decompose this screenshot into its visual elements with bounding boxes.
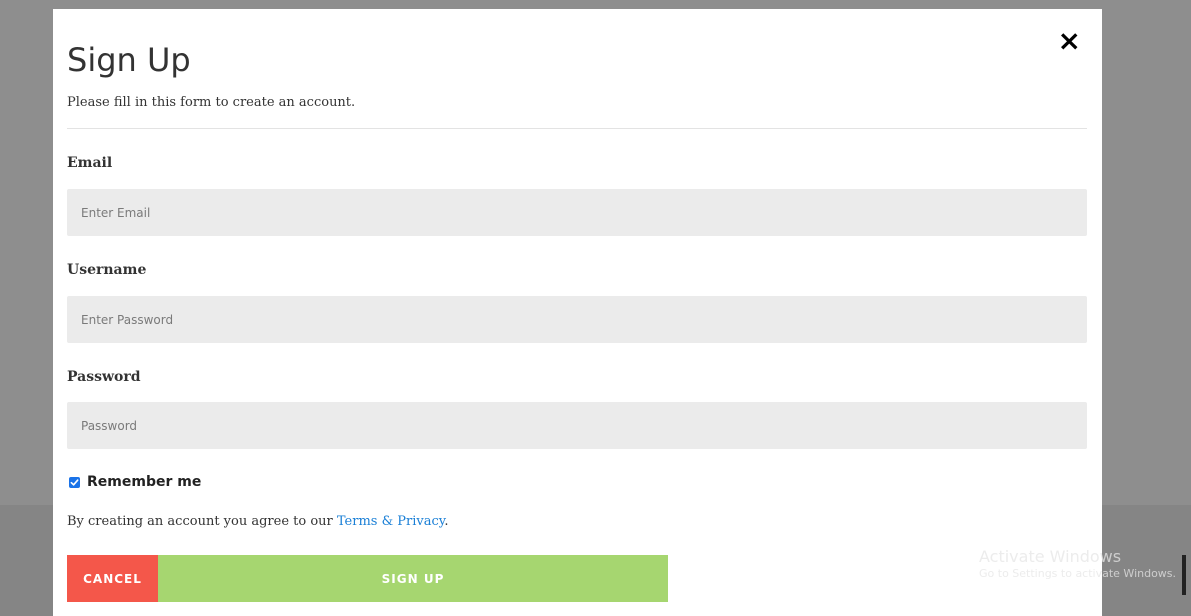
form-subtitle: Please fill in this form to create an ac…	[67, 95, 356, 110]
edge-bar	[1182, 555, 1186, 595]
email-field[interactable]	[67, 189, 1087, 236]
terms-text: By creating an account you agree to our …	[67, 514, 449, 529]
email-label: Email	[67, 155, 113, 171]
username-label: Username	[67, 262, 147, 278]
cancel-button[interactable]: CANCEL	[67, 555, 158, 602]
remember-me[interactable]: Remember me	[69, 474, 201, 490]
terms-suffix: .	[444, 514, 449, 529]
password-field[interactable]	[67, 402, 1087, 449]
remember-checkbox[interactable]	[69, 476, 80, 488]
terms-prefix: By creating an account you agree to our	[67, 514, 337, 529]
signup-modal: × Sign Up Please fill in this form to cr…	[53, 9, 1102, 616]
divider	[67, 128, 1087, 129]
signup-button[interactable]: SIGN UP	[158, 555, 668, 602]
remember-label: Remember me	[87, 474, 202, 490]
check-icon	[70, 478, 79, 486]
username-field[interactable]	[67, 296, 1087, 343]
terms-privacy-link[interactable]: Terms & Privacy	[337, 514, 445, 529]
page-title: Sign Up	[67, 41, 191, 79]
password-label: Password	[67, 369, 141, 385]
close-icon[interactable]: ×	[1058, 27, 1081, 55]
